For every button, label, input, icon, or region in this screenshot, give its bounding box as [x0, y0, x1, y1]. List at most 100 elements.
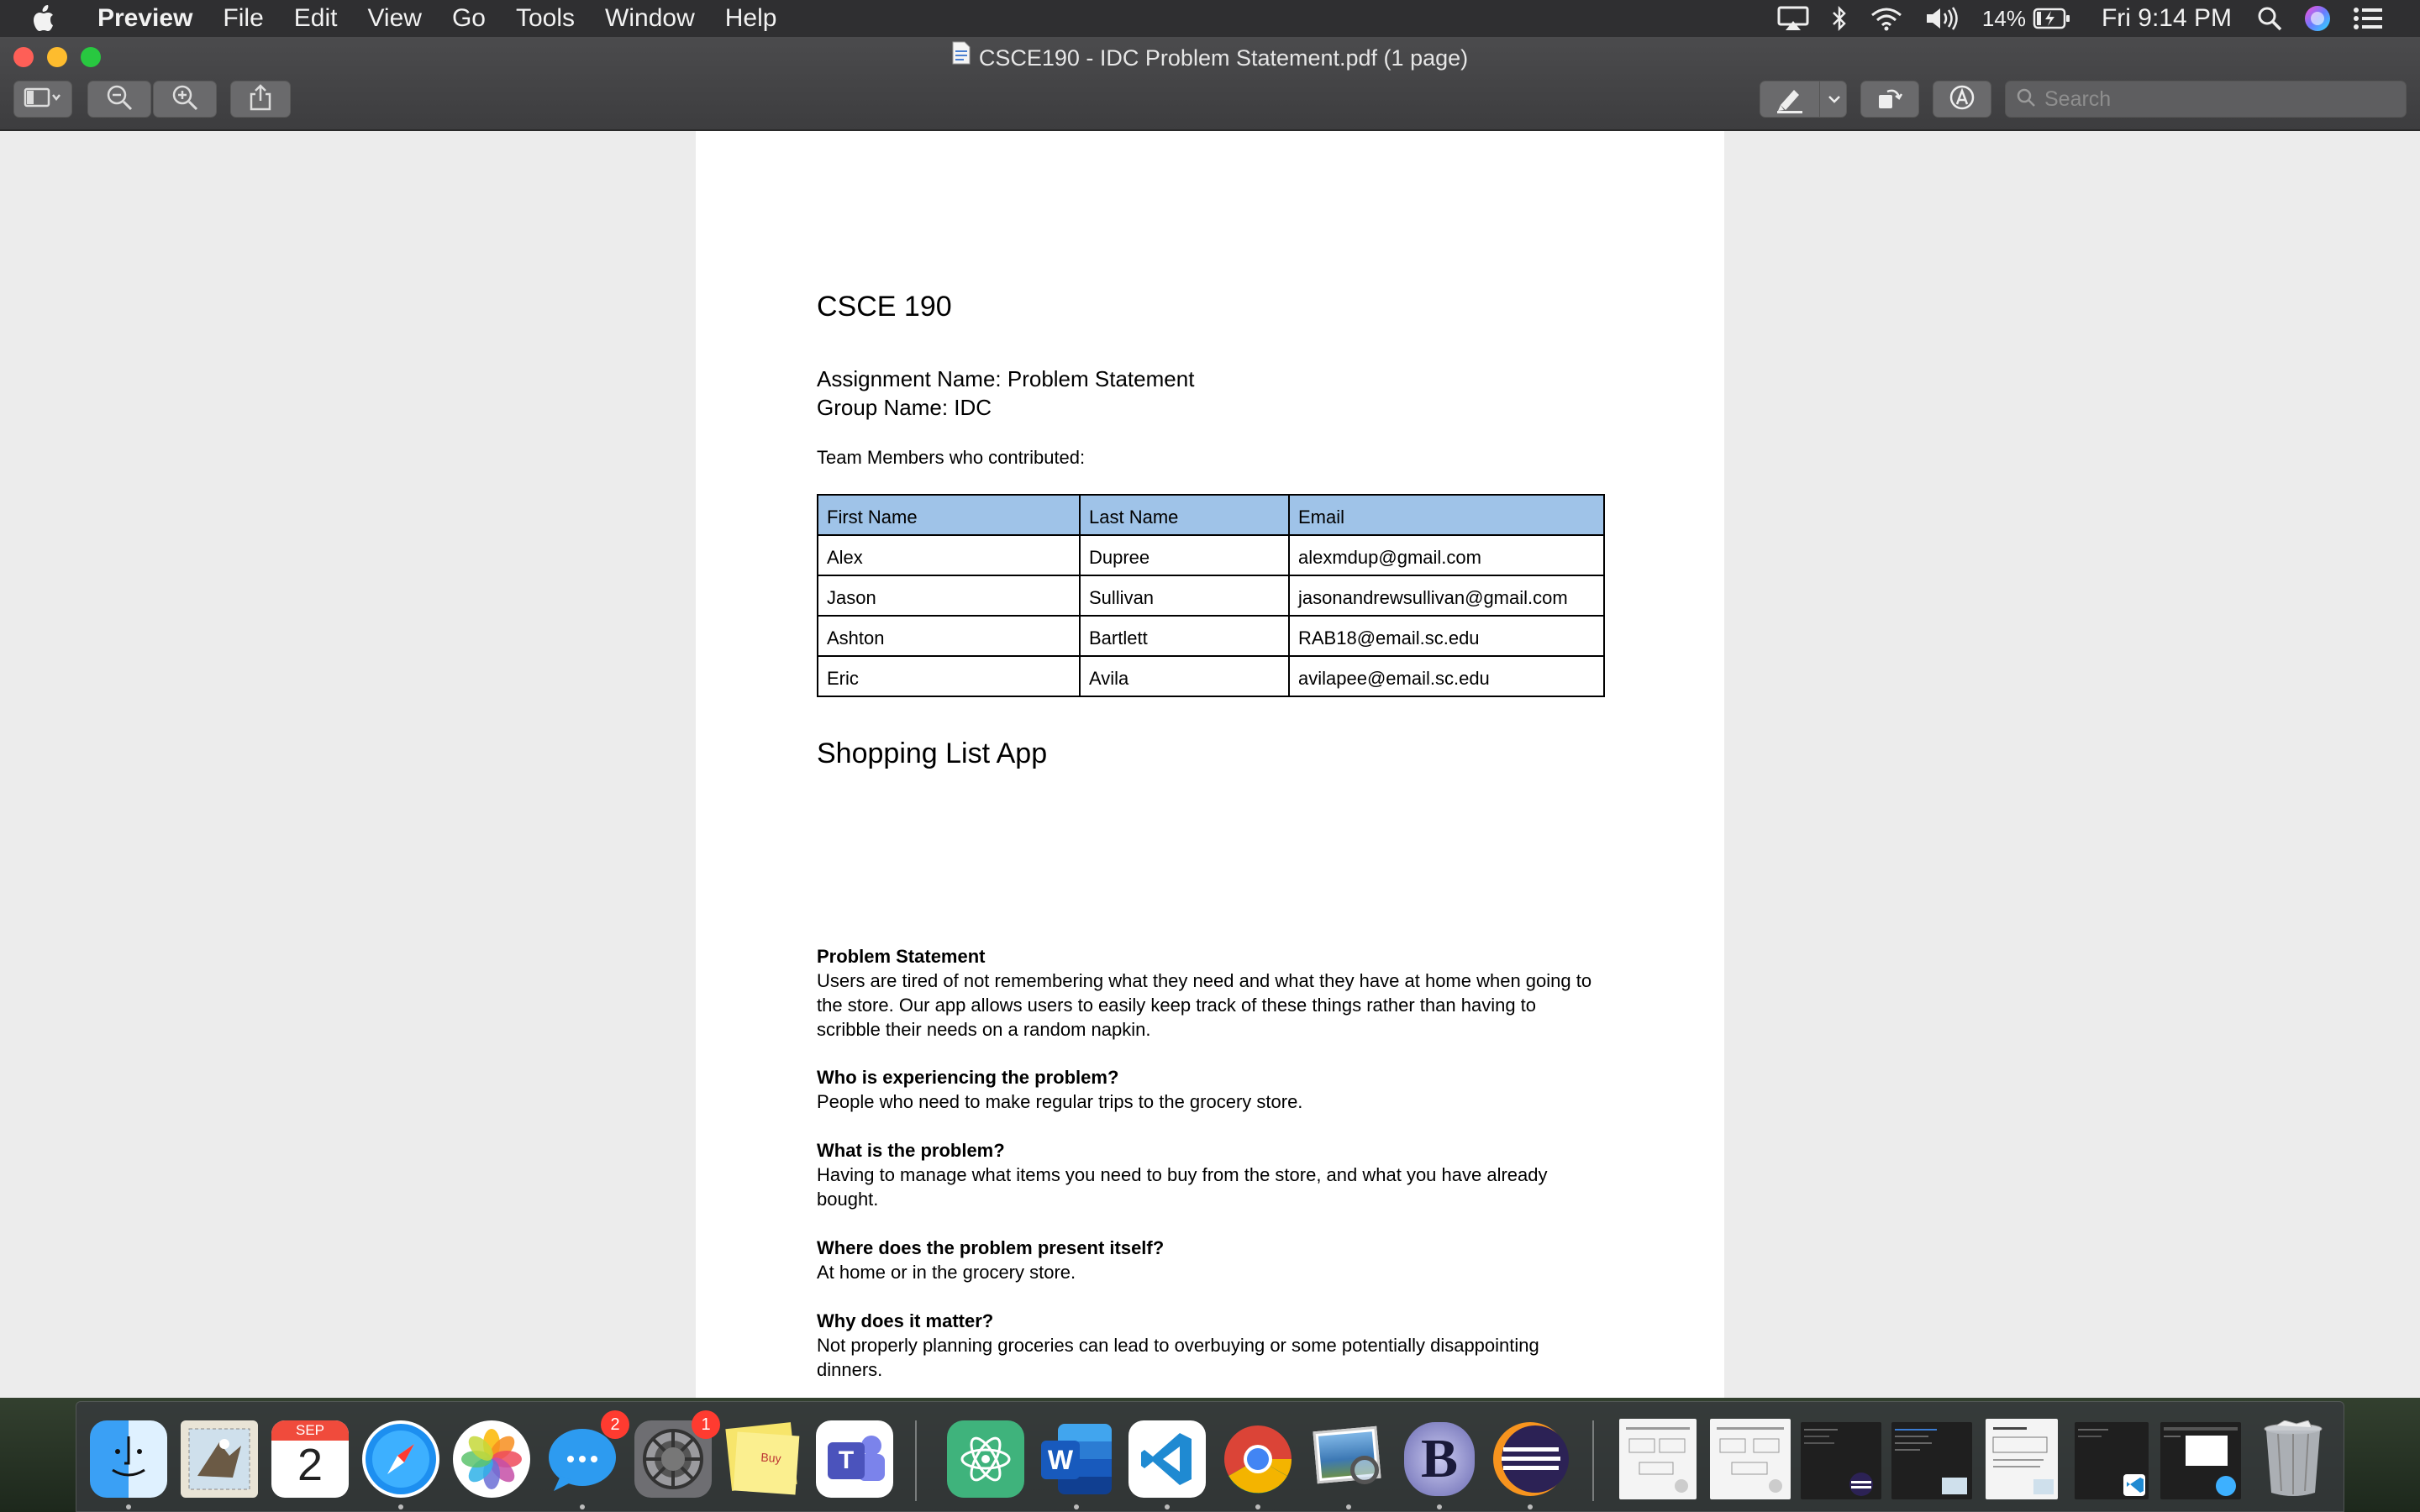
section-line: People who need to make regular trips to…	[817, 1091, 1303, 1112]
microsoft-word-icon[interactable]: W	[1038, 1420, 1115, 1498]
share-button[interactable]	[230, 81, 291, 118]
chrome-icon[interactable]	[1219, 1420, 1297, 1498]
toolbar: CSCE190 - IDC Problem Statement.pdf (1 p…	[0, 37, 2420, 131]
rotate-button[interactable]	[1860, 81, 1919, 118]
window-title: CSCE190 - IDC Problem Statement.pdf (1 p…	[0, 41, 2420, 74]
email-cell: alexmdup@gmail.com	[1288, 534, 1605, 576]
email-cell: avilapee@email.sc.edu	[1288, 655, 1605, 697]
table-row: Eric Avila avilapee@email.sc.edu	[817, 655, 1605, 697]
section-line: Users are tired of not remembering what …	[817, 970, 1592, 991]
zoom-in-button[interactable]	[153, 81, 217, 118]
team-members-table: First Name Last Name Email Alex Dupree a…	[817, 494, 1605, 697]
table-row: Ashton Bartlett RAB18@email.sc.edu	[817, 615, 1605, 657]
minimized-window-thumbnail[interactable]	[2160, 1422, 2241, 1499]
first-name-cell: Eric	[817, 655, 1081, 697]
section-line: Not properly planning groceries can lead…	[817, 1335, 1539, 1356]
column-header: Email	[1288, 494, 1605, 536]
messages-icon[interactable]: 2	[544, 1410, 629, 1498]
minimized-window-thumbnail[interactable]	[1891, 1422, 1972, 1499]
menu-file[interactable]: File	[208, 0, 278, 37]
bbedit-icon[interactable]: B	[1401, 1420, 1478, 1498]
teams-letter: T	[828, 1442, 865, 1479]
mail-icon[interactable]	[181, 1420, 258, 1498]
volume-icon[interactable]	[1925, 6, 1960, 31]
table-header-row: First Name Last Name Email	[817, 494, 1605, 536]
zoom-out-button[interactable]	[87, 81, 151, 118]
first-name-cell: Jason	[817, 575, 1081, 617]
search-input[interactable]	[2044, 87, 2397, 112]
running-indicator	[1165, 1504, 1170, 1509]
column-header: First Name	[817, 494, 1081, 536]
section-line: the store. Our app allows users to easil…	[817, 995, 1537, 1016]
rotate-icon	[1876, 85, 1904, 114]
who-section: Who is experiencing the problem? People …	[817, 1065, 1607, 1114]
word-letter: W	[1041, 1441, 1080, 1479]
vscode-icon[interactable]	[1128, 1420, 1206, 1498]
assignment-name: Assignment Name: Problem Statement	[817, 366, 1195, 391]
menu-edit[interactable]: Edit	[279, 0, 353, 37]
zoom-in-icon	[171, 84, 198, 115]
minimized-window-thumbnail[interactable]	[1986, 1419, 2058, 1499]
safari-icon[interactable]	[362, 1420, 439, 1498]
where-section: Where does the problem present itself? A…	[817, 1236, 1607, 1284]
first-name-cell: Alex	[817, 534, 1081, 576]
bluetooth-icon[interactable]	[1831, 5, 1848, 32]
section-line: scribble their needs on a random napkin.	[817, 1019, 1151, 1040]
chevron-down-icon[interactable]	[1828, 93, 1841, 109]
wifi-icon[interactable]	[1870, 6, 1903, 31]
desktop-background: SEP 2 2 1 Buy T W B	[0, 1398, 2420, 1512]
apple-menu-icon[interactable]	[30, 4, 71, 33]
document-viewport[interactable]: CSCE 190 Assignment Name: Problem Statem…	[0, 131, 2420, 1398]
spotlight-search-icon[interactable]	[2257, 6, 2282, 31]
section-heading: What is the problem?	[817, 1140, 1005, 1161]
preview-app-icon[interactable]	[1310, 1420, 1387, 1498]
minimized-window-thumbnail[interactable]	[1710, 1419, 1791, 1499]
sidebar-icon	[24, 87, 62, 113]
last-name-cell: Sullivan	[1079, 575, 1290, 617]
last-name-cell: Dupree	[1079, 534, 1290, 576]
atom-icon[interactable]	[947, 1420, 1024, 1498]
menu-view[interactable]: View	[352, 0, 436, 37]
dock-separator	[915, 1420, 917, 1501]
airplay-icon[interactable]	[1777, 6, 1809, 31]
system-preferences-badge: 1	[692, 1410, 720, 1439]
group-name: Group Name: IDC	[817, 395, 992, 420]
section-line: Having to manage what items you need to …	[817, 1164, 1548, 1185]
menubar-clock[interactable]: Fri 9:14 PM	[2102, 4, 2232, 33]
why-section: Why does it matter? Not properly plannin…	[817, 1309, 1607, 1382]
stickies-icon[interactable]: Buy	[725, 1420, 802, 1498]
markup-button[interactable]	[1933, 81, 1991, 118]
trash-icon[interactable]	[2254, 1420, 2332, 1498]
stickies-note: Buy	[733, 1431, 800, 1495]
system-preferences-icon[interactable]: 1	[634, 1410, 720, 1498]
minimized-window-thumbnail[interactable]	[1619, 1419, 1697, 1499]
section-line: At home or in the grocery store.	[817, 1262, 1076, 1283]
calendar-icon[interactable]: SEP 2	[271, 1420, 349, 1498]
menu-tools[interactable]: Tools	[501, 0, 590, 37]
minimized-window-thumbnail[interactable]	[2075, 1422, 2149, 1499]
first-name-cell: Ashton	[817, 615, 1081, 657]
section-heading: Why does it matter?	[817, 1310, 994, 1331]
finder-icon[interactable]	[90, 1420, 167, 1498]
battery-charging-icon[interactable]	[2033, 8, 2071, 29]
minimized-window-thumbnail[interactable]	[1801, 1422, 1881, 1499]
menu-help[interactable]: Help	[710, 0, 792, 37]
menu-go[interactable]: Go	[437, 0, 501, 37]
highlight-button[interactable]	[1760, 81, 1847, 118]
eclipse-icon[interactable]	[1491, 1420, 1569, 1498]
photos-icon[interactable]	[453, 1420, 530, 1498]
window-title-text: CSCE190 - IDC Problem Statement.pdf (1 p…	[978, 45, 1469, 71]
menu-bar: Preview File Edit View Go Tools Window H…	[0, 0, 2420, 37]
highlight-divider	[1819, 81, 1820, 117]
calendar-day: 2	[297, 1440, 324, 1490]
menu-window[interactable]: Window	[590, 0, 710, 37]
siri-icon[interactable]	[2304, 5, 2331, 32]
search-field[interactable]	[2005, 81, 2407, 118]
menu-app-preview[interactable]: Preview	[91, 0, 208, 37]
notification-center-icon[interactable]	[2353, 7, 2383, 30]
pdf-page: CSCE 190 Assignment Name: Problem Statem…	[696, 131, 1724, 1398]
microsoft-teams-icon[interactable]: T	[816, 1420, 893, 1498]
sidebar-toggle-button[interactable]	[13, 81, 72, 118]
highlighter-icon	[1776, 87, 1804, 118]
dock-separator	[1592, 1420, 1594, 1501]
